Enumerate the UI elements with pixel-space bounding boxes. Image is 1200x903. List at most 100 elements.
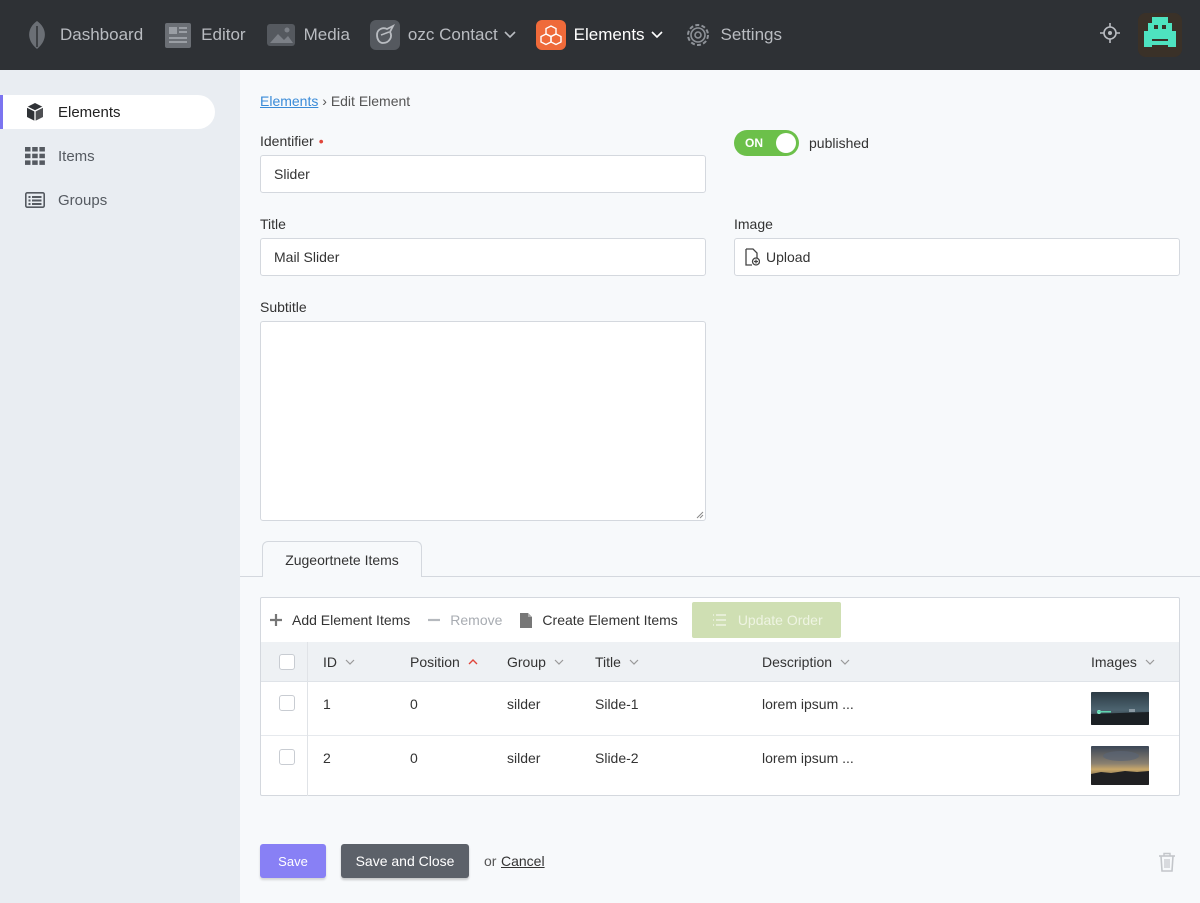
nav-media[interactable]: Media — [256, 0, 360, 70]
chevron-down-icon — [504, 31, 516, 39]
grid-icon — [24, 145, 46, 167]
chevron-down-icon — [840, 659, 850, 665]
select-all-checkbox[interactable] — [279, 654, 295, 670]
leaf-icon — [22, 20, 52, 50]
cell-group: silder — [507, 750, 541, 766]
cancel-link[interactable]: Cancel — [501, 853, 545, 869]
sidebar-item-groups[interactable]: Groups — [0, 183, 215, 217]
identifier-label-text: Identifier — [260, 133, 314, 149]
column-header-position[interactable]: Position — [410, 642, 478, 682]
cell-group: silder — [507, 696, 541, 712]
sidebar-item-elements[interactable]: Elements — [0, 95, 215, 129]
identifier-input[interactable]: Slider — [260, 155, 706, 193]
cell-id: 1 — [323, 696, 331, 712]
nav-elements[interactable]: Elements — [526, 0, 673, 70]
list-order-icon — [712, 613, 726, 627]
nav-editor[interactable]: Editor — [153, 0, 255, 70]
nav-ozc-contact-label: ozc Contact — [407, 25, 498, 44]
table-toolbar: Add Element Items Remove Create Element … — [261, 598, 1179, 642]
row-checkbox[interactable] — [279, 749, 295, 765]
cell-title: Slide-2 — [595, 750, 639, 766]
breadcrumb: Elements › Edit Element — [260, 93, 410, 109]
breadcrumb-current: Edit Element — [330, 93, 411, 109]
title-label: Title — [260, 216, 286, 232]
crosshair-icon[interactable] — [1100, 22, 1120, 48]
column-label: Title — [595, 654, 621, 670]
table-row[interactable]: 2 0 silder Slide-2 lorem ipsum ... — [261, 736, 1179, 790]
file-icon — [520, 612, 533, 628]
subtitle-label: Subtitle — [260, 299, 307, 315]
chevron-down-icon — [1145, 659, 1155, 665]
list-icon — [24, 189, 46, 211]
save-button[interactable]: Save — [260, 844, 326, 878]
nav-dashboard[interactable]: Dashboard — [12, 0, 153, 70]
column-header-id[interactable]: ID — [323, 642, 355, 682]
chevron-down-icon — [345, 659, 355, 665]
add-element-items-button[interactable]: Add Element Items — [270, 612, 410, 628]
gear-icon — [683, 20, 713, 50]
nav-dashboard-label: Dashboard — [60, 25, 144, 44]
toggle-state: ON — [745, 136, 763, 150]
required-marker: • — [318, 133, 324, 149]
row-checkbox[interactable] — [279, 695, 295, 711]
published-toggle[interactable]: ON — [734, 130, 799, 156]
chevron-down-icon — [554, 659, 564, 665]
main-content: Elements › Edit Element Identifier • Slid… — [240, 70, 1200, 903]
column-header-title[interactable]: Title — [595, 642, 639, 682]
cubes-icon — [535, 20, 566, 50]
cube-icon — [24, 101, 46, 123]
or-text: or — [484, 853, 497, 869]
trash-icon[interactable] — [1158, 852, 1176, 877]
save-and-close-button[interactable]: Save and Close — [341, 844, 469, 878]
avatar[interactable] — [1138, 13, 1182, 57]
column-label: ID — [323, 654, 337, 670]
nav-media-label: Media — [303, 25, 350, 44]
plus-icon — [270, 614, 282, 626]
published-label: published — [809, 135, 869, 151]
column-header-images[interactable]: Images — [1091, 642, 1155, 682]
subtitle-textarea[interactable] — [260, 321, 706, 521]
row-image-thumbnail[interactable] — [1091, 746, 1149, 785]
column-label: Description — [762, 654, 833, 670]
tab-assigned-items[interactable]: Zugeortnete Items — [262, 541, 422, 577]
create-label: Create Element Items — [542, 612, 678, 628]
row-image-thumbnail[interactable] — [1091, 692, 1149, 725]
chevron-down-icon — [650, 31, 663, 39]
upload-button[interactable]: Upload — [734, 238, 1180, 276]
minus-icon — [428, 614, 441, 626]
nav-settings[interactable]: Settings — [673, 0, 792, 70]
nav-ozc-contact[interactable]: ozc Contact — [360, 0, 526, 70]
column-label: Position — [410, 654, 460, 670]
cell-position: 0 — [410, 750, 418, 766]
contact-icon — [369, 20, 400, 50]
create-element-items-button[interactable]: Create Element Items — [520, 612, 678, 628]
remove-button[interactable]: Remove — [428, 612, 502, 628]
cell-description: lorem ipsum ... — [762, 750, 854, 766]
chevron-down-icon — [629, 659, 639, 665]
file-upload-icon — [744, 248, 760, 266]
column-header-group[interactable]: Group — [507, 642, 564, 682]
breadcrumb-elements-link[interactable]: Elements — [260, 93, 318, 109]
column-label: Group — [507, 654, 546, 670]
element-items-panel: Add Element Items Remove Create Element … — [260, 597, 1180, 796]
top-navigation: Dashboard Editor Media ozc Contact Eleme… — [0, 0, 1200, 70]
cell-id: 2 — [323, 750, 331, 766]
table-row[interactable]: 1 0 silder Silde-1 lorem ipsum ... — [261, 682, 1179, 736]
sidebar-item-items[interactable]: Items — [0, 139, 215, 173]
add-label: Add Element Items — [292, 612, 411, 628]
breadcrumb-separator: › — [322, 93, 327, 109]
resize-handle-icon[interactable] — [696, 511, 704, 519]
column-divider — [307, 642, 308, 796]
chevron-up-icon — [468, 659, 478, 665]
upload-label: Upload — [766, 249, 811, 265]
title-input[interactable]: Mail Slider — [260, 238, 706, 276]
sidebar-item-label: Groups — [58, 191, 108, 209]
image-label: Image — [734, 216, 773, 232]
column-header-description[interactable]: Description — [762, 642, 850, 682]
update-order-button[interactable]: Update Order — [691, 602, 841, 638]
identifier-label: Identifier • — [260, 133, 324, 149]
update-order-label: Update Order — [737, 612, 823, 628]
toggle-knob — [776, 133, 796, 153]
cell-title: Silde-1 — [595, 696, 639, 712]
sidebar-item-label: Items — [58, 147, 95, 165]
